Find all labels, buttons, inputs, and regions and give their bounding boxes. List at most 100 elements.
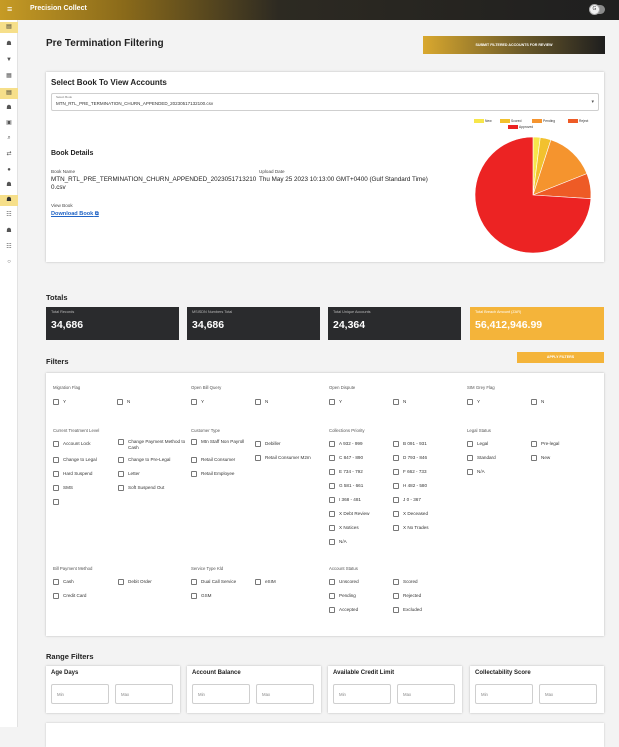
checkbox-priority[interactable]: J 0 - 367: [393, 497, 421, 503]
max-input[interactable]: Max: [256, 684, 314, 704]
checkbox-customer-type[interactable]: Retail Consumer M2m: [255, 455, 317, 461]
checkbox-service[interactable]: eSIM: [255, 579, 276, 585]
checkbox-payment[interactable]: Cash: [53, 579, 74, 585]
bill-query-label: Open Bill Query: [191, 385, 222, 390]
checkbox-payment[interactable]: Debit Order: [118, 579, 152, 585]
checkbox-treatment[interactable]: Account Lock: [53, 441, 113, 447]
user-upload-icon[interactable]: ☗: [0, 103, 18, 114]
checkbox-priority[interactable]: F 662 - 733: [393, 469, 427, 475]
checkbox-priority[interactable]: A 932 - 999: [329, 441, 363, 447]
treatment-level-label: Current Treatment Level: [53, 428, 100, 433]
transfer-icon[interactable]: ⇄: [0, 149, 18, 160]
user-icon[interactable]: ☗: [0, 39, 18, 50]
checkbox-priority[interactable]: I 368 - 481: [329, 497, 361, 503]
checkbox-dispute-n[interactable]: N: [393, 399, 406, 405]
book-select[interactable]: Select Book MTN_RTL_PRE_TERMINATION_CHUR…: [51, 93, 599, 111]
search-icon[interactable]: ⌕: [0, 133, 18, 144]
checkbox-account-status[interactable]: Scored: [393, 579, 418, 585]
max-input[interactable]: Max: [115, 684, 173, 704]
checkbox-account-status[interactable]: Accepted: [329, 607, 358, 613]
checkbox-legal[interactable]: Standard: [467, 455, 496, 461]
checkbox-priority[interactable]: X Debt Review: [329, 511, 369, 517]
apply-filters-button[interactable]: APPLY FILTERS: [517, 352, 604, 363]
legend-item-new[interactable]: New: [474, 119, 492, 124]
checkbox-customer-type[interactable]: Debiller: [255, 441, 315, 447]
checkbox-payment[interactable]: Credit Card: [53, 593, 87, 599]
book-details-heading: Book Details: [51, 150, 94, 157]
checkbox-priority[interactable]: C 847 - 890: [329, 455, 363, 461]
checkbox-priority[interactable]: N/A: [329, 539, 347, 545]
range-label: Available Credit Limit: [333, 670, 395, 676]
min-input[interactable]: Min: [475, 684, 533, 704]
checkbox-service[interactable]: GSM: [191, 593, 211, 599]
checkbox-customer-type[interactable]: Mtn Staff Non Payroll: [191, 439, 253, 445]
checkbox-bill-query-y[interactable]: Y: [191, 399, 204, 405]
checkbox-legal[interactable]: New: [531, 455, 550, 461]
min-input[interactable]: Min: [192, 684, 250, 704]
grid-icon[interactable]: ▤: [0, 22, 18, 33]
checkbox-priority[interactable]: X Deceased: [393, 511, 428, 517]
download-book-link[interactable]: Download Book ⧉: [51, 211, 99, 218]
min-input[interactable]: Min: [333, 684, 391, 704]
legend-item-approved[interactable]: Approved: [508, 125, 533, 130]
hamburger-menu-icon[interactable]: ≡: [7, 4, 17, 14]
checkbox-sim-grey-n[interactable]: N: [531, 399, 544, 405]
checkbox-migration-n[interactable]: N: [117, 399, 130, 405]
checkbox-priority[interactable]: X Notices: [329, 525, 359, 531]
people-icon[interactable]: ☗: [0, 226, 18, 237]
checkbox-legal[interactable]: Legal: [467, 441, 488, 447]
checkbox-priority[interactable]: G 581 - 661: [329, 483, 363, 489]
range-label: Collectability Score: [475, 670, 531, 676]
checkbox-customer-type[interactable]: Retail Consumer: [191, 457, 253, 463]
legend-label: Pending: [543, 119, 556, 123]
checkbox-account-status[interactable]: Excluded: [393, 607, 422, 613]
checkbox-service[interactable]: Dual Call Service: [191, 579, 236, 585]
max-input[interactable]: Max: [539, 684, 597, 704]
checkbox-migration-y[interactable]: Y: [53, 399, 66, 405]
legend-item-pending[interactable]: Pending: [532, 119, 555, 124]
theme-toggle[interactable]: G: [589, 4, 605, 15]
main-content: Pre Termination Filtering SUBMIT FILTERE…: [18, 20, 619, 747]
checkbox-sim-grey-y[interactable]: Y: [467, 399, 480, 405]
checkbox-legal[interactable]: N/A: [467, 469, 485, 475]
checkbox-treatment[interactable]: Change to Pre-Legal: [118, 457, 186, 463]
checkbox-priority[interactable]: X No Trades: [393, 525, 429, 531]
checkbox-legal[interactable]: Pre-legal: [531, 441, 559, 447]
book-icon[interactable]: ▤: [0, 88, 18, 99]
checkbox-priority[interactable]: H 482 - 580: [393, 483, 427, 489]
list-icon[interactable]: ▦: [0, 71, 18, 82]
legend-item-reject[interactable]: Reject: [568, 119, 588, 124]
checkbox-dispute-y[interactable]: Y: [329, 399, 342, 405]
checkbox-treatment-blank[interactable]: [53, 499, 63, 505]
legend-item-scored[interactable]: Scored: [500, 119, 521, 124]
checkbox-treatment[interactable]: Hard Suspend: [53, 471, 113, 477]
max-input[interactable]: Max: [397, 684, 455, 704]
settings-icon[interactable]: ○: [0, 257, 18, 268]
pin-icon[interactable]: ●: [0, 165, 18, 176]
checkbox-customer-type[interactable]: Retail Employee: [191, 471, 253, 477]
checkbox-treatment[interactable]: Change Payment Method to Cash: [118, 439, 186, 450]
checkbox-treatment[interactable]: Soft Suspend Out: [118, 485, 186, 491]
submit-filtered-accounts-button[interactable]: SUBMIT FILTERED ACCOUNTS FOR REVIEW: [423, 36, 605, 54]
document-icon[interactable]: ▣: [0, 118, 18, 129]
min-input[interactable]: Min: [51, 684, 109, 704]
checkbox-priority[interactable]: B 091 - 931: [393, 441, 427, 447]
checkbox-bill-query-n[interactable]: N: [255, 399, 268, 405]
filter-icon[interactable]: ▼: [0, 55, 18, 66]
group-icon[interactable]: ☷: [0, 210, 18, 221]
range-collectability-score: Collectability Score Min Max: [470, 666, 604, 713]
checkbox-treatment[interactable]: Change to Legal: [53, 457, 113, 463]
person-icon[interactable]: ☗: [0, 180, 18, 191]
sim-grey-label: SIM Grey Flag: [467, 385, 495, 390]
checkbox-treatment[interactable]: Letter: [118, 471, 186, 477]
checkbox-treatment[interactable]: SMS: [53, 485, 113, 491]
checkbox-account-status[interactable]: Rejected: [393, 593, 421, 599]
checkbox-account-status[interactable]: Pending: [329, 593, 356, 599]
checkbox-priority[interactable]: D 793 - 846: [393, 455, 427, 461]
checkbox-account-status[interactable]: Unscored: [329, 579, 359, 585]
checkbox-priority[interactable]: E 734 - 792: [329, 469, 363, 475]
group-2-icon[interactable]: ☷: [0, 242, 18, 253]
legend-label: Approved: [519, 125, 534, 129]
person-active-icon[interactable]: ☗: [0, 195, 18, 206]
range-filters-heading: Range Filters: [46, 652, 94, 661]
